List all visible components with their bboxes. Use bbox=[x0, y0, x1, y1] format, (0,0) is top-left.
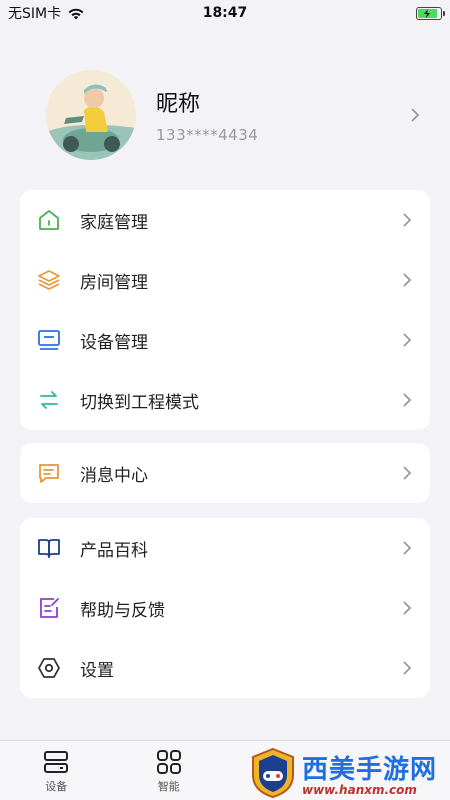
wifi-icon bbox=[68, 8, 84, 19]
watermark-url: www.hanxm.com bbox=[302, 782, 417, 797]
battery-level bbox=[418, 8, 437, 18]
menu-item-label: 房间管理 bbox=[80, 272, 148, 293]
user-avatar-illustration bbox=[46, 70, 136, 160]
chevron-right-icon bbox=[403, 273, 412, 287]
menu-item-home-management[interactable]: 家庭管理 bbox=[20, 190, 430, 250]
switch-arrows-icon bbox=[36, 387, 62, 413]
home-icon bbox=[36, 207, 62, 233]
menu-item-device-management[interactable]: 设备管理 bbox=[20, 310, 430, 370]
menu-item-engineering-mode[interactable]: 切换到工程模式 bbox=[20, 370, 430, 430]
chevron-right-icon bbox=[411, 108, 420, 122]
status-bar: 无SIM卡 18:47 bbox=[0, 0, 450, 26]
nickname: 昵称 bbox=[156, 92, 201, 117]
tab-label: 智能 bbox=[157, 780, 180, 793]
menu-item-label: 切换到工程模式 bbox=[80, 392, 199, 413]
settings-hexagon-icon bbox=[36, 655, 62, 681]
gamepad-shield-logo-icon bbox=[252, 747, 294, 798]
book-icon bbox=[36, 535, 62, 561]
feedback-icon bbox=[36, 595, 62, 621]
menu-card-messages: 消息中心 bbox=[20, 443, 430, 503]
grid-icon bbox=[156, 750, 181, 774]
menu-item-product-encyclopedia[interactable]: 产品百科 bbox=[20, 518, 430, 578]
menu-item-message-center[interactable]: 消息中心 bbox=[20, 443, 430, 503]
chevron-right-icon bbox=[403, 393, 412, 407]
carrier-label: 无SIM卡 bbox=[8, 6, 62, 22]
monitor-icon bbox=[36, 327, 62, 353]
avatar[interactable] bbox=[46, 70, 136, 160]
tab-label: 设备 bbox=[45, 780, 68, 793]
menu-item-label: 设备管理 bbox=[80, 332, 148, 353]
phone-number: 133****4434 bbox=[156, 126, 259, 144]
menu-item-label: 消息中心 bbox=[80, 465, 148, 486]
battery-charging-icon bbox=[416, 6, 445, 20]
profile-header[interactable]: 昵称 133****4434 bbox=[0, 60, 450, 170]
chevron-right-icon bbox=[403, 541, 412, 555]
message-icon bbox=[36, 460, 62, 486]
menu-item-label: 帮助与反馈 bbox=[80, 600, 165, 621]
menu-item-settings[interactable]: 设置 bbox=[20, 638, 430, 698]
chevron-right-icon bbox=[403, 213, 412, 227]
watermark-title: 西美手游网 bbox=[302, 754, 438, 785]
watermark: 西美手游网 www.hanxm.com bbox=[250, 745, 445, 800]
chevron-right-icon bbox=[403, 466, 412, 480]
tab-smart[interactable]: 智能 bbox=[113, 741, 226, 800]
menu-item-label: 设置 bbox=[80, 660, 114, 681]
menu-card-support: 产品百科 帮助与反馈 设置 bbox=[20, 518, 430, 698]
menu-item-label: 产品百科 bbox=[80, 540, 148, 561]
devices-icon bbox=[44, 751, 69, 773]
menu-item-label: 家庭管理 bbox=[80, 212, 148, 233]
chevron-right-icon bbox=[403, 333, 412, 347]
chevron-right-icon bbox=[403, 661, 412, 675]
chevron-right-icon bbox=[403, 601, 412, 615]
menu-item-room-management[interactable]: 房间管理 bbox=[20, 250, 430, 310]
tab-devices[interactable]: 设备 bbox=[0, 741, 113, 800]
menu-item-help-feedback[interactable]: 帮助与反馈 bbox=[20, 578, 430, 638]
layers-icon bbox=[36, 267, 62, 293]
menu-card-home: 家庭管理 房间管理 设备管理 切换到工程模式 bbox=[20, 190, 430, 430]
